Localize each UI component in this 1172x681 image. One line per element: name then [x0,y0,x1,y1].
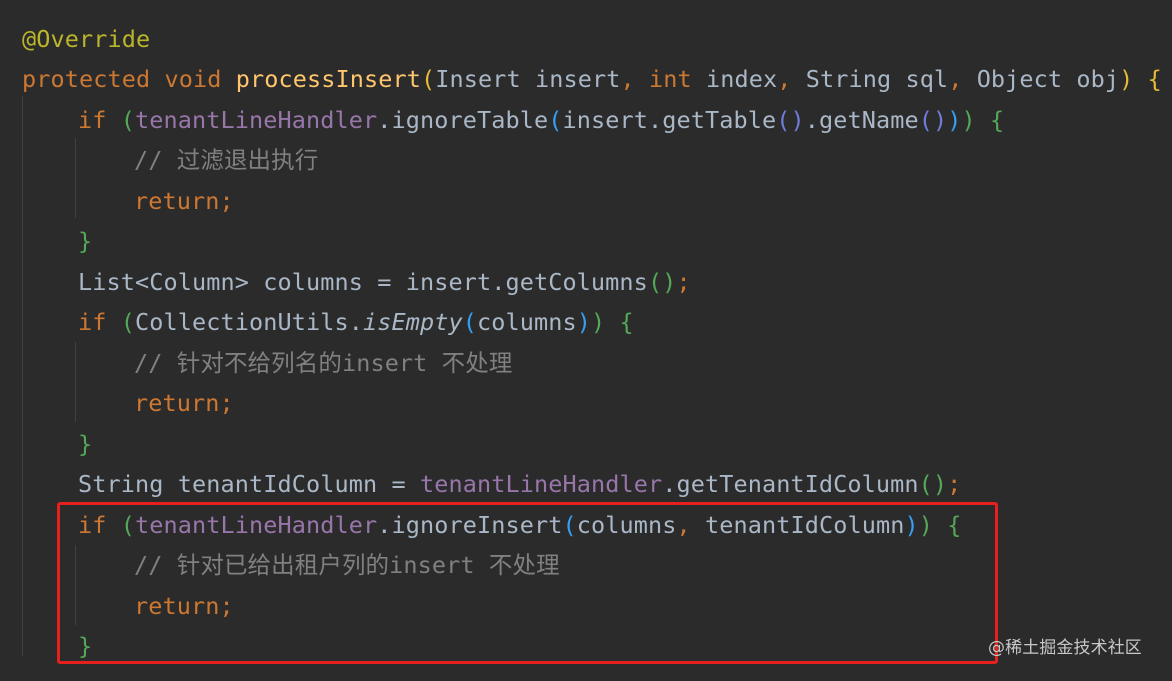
code-token-ann: @Override [22,25,151,53]
code-token-kw: ; [947,470,962,498]
code-line: return; [134,181,234,221]
code-line: if (tenantLineHandler.ignoreTable(insert… [78,100,1004,140]
code-token-p4: () [776,106,805,134]
code-token-p4: () [918,106,948,134]
code-token-p1: { [1147,65,1162,93]
code-token-kw: if [78,106,121,134]
code-token-p2: () [918,470,948,498]
code-token-kw: , [948,65,977,93]
code-token-p3: ( [462,308,477,336]
code-token-kw: if [78,308,121,336]
code-token-kw: ; [676,268,691,296]
code-token-plain: String tenantIdColumn = [78,470,420,498]
code-token-kw: , [777,65,806,93]
code-token-plain: insert.getTable [562,106,777,134]
code-token-field: tenantLineHandler [135,106,378,134]
code-token-plain: .ignoreTable [377,106,549,134]
code-token-p2: () [647,268,677,296]
code-token-plain: List<Column> columns = insert.getColumns [78,268,648,296]
code-token-p2: ) [590,308,606,336]
code-token-plain: Object obj [976,65,1120,93]
code-token-kw: return; [134,187,234,215]
code-token-comment: // 针对不给列名的insert 不处理 [134,349,513,377]
code-token-kw: protected void [22,65,236,93]
indent-guide [22,96,23,656]
code-token-p2: ) [961,106,976,134]
code-line: protected void processInsert(Insert inse… [22,59,1162,99]
code-token-plain: CollectionUtils. [135,308,363,336]
code-line: } [78,424,92,464]
code-line: } [78,221,92,261]
code-token-p2: } [78,227,93,255]
watermark: @稀土掘金技术社区 [988,638,1142,658]
code-token-p3: ( [548,106,563,134]
code-line: if (CollectionUtils.isEmpty(columns)) { [78,302,634,342]
code-token-method: processInsert [235,65,421,93]
code-token-p2: { [619,308,634,336]
code-token-p2: ( [120,308,135,336]
code-token-p2: } [78,430,93,458]
code-token-kw: , [620,65,649,93]
indent-guide [75,138,76,218]
code-token-plain: Insert insert [435,65,621,93]
code-token-plain: String sql [805,65,949,93]
code-token-static-call: isEmpty [362,308,463,336]
code-line: @Override [22,19,150,59]
code-token-p3: ) [947,106,962,134]
code-token-p1: ( [420,65,436,93]
code-token-comment: // 过滤退出执行 [134,146,319,174]
code-token-kw: int [648,65,706,93]
code-line: // 过滤退出执行 [134,140,318,180]
code-token-p1: ) [1119,65,1134,93]
code-line: List<Column> columns = insert.getColumns… [78,262,691,302]
code-token-p3: ) [576,308,591,336]
red-highlight-box [57,502,998,664]
code-token-p2: { [989,106,1005,134]
code-token-plain: columns [476,308,577,336]
indent-guide [75,342,76,422]
code-line: String tenantIdColumn = tenantLineHandle… [78,464,961,504]
code-token-field: tenantLineHandler [419,470,663,498]
code-line: // 针对不给列名的insert 不处理 [134,343,512,383]
code-token-plain: .getTenantIdColumn [662,470,919,498]
code-token-plain: index [705,65,778,93]
code-line: return; [134,383,234,423]
code-token-p2: ( [120,106,135,134]
code-token-plain: .getName [804,106,919,134]
code-token-kw: return; [134,389,234,417]
code-editor[interactable]: @Override protected void processInsert(In… [0,0,1172,681]
